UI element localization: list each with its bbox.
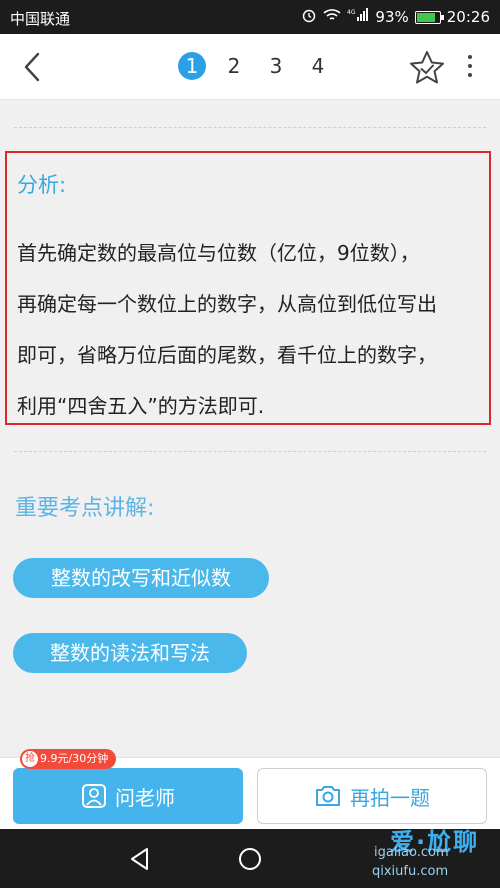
divider (14, 451, 486, 452)
page-tab-4[interactable]: 4 (304, 52, 332, 80)
star-check-icon (410, 51, 444, 84)
topic-button-read-write[interactable]: 整数的读法和写法 (13, 633, 247, 673)
more-dot-icon (468, 55, 472, 59)
page-tab-1[interactable]: 1 (178, 52, 206, 80)
topic-button-rewrite-approx[interactable]: 整数的改写和近似数 (13, 558, 269, 598)
retake-photo-label: 再拍一题 (350, 785, 430, 810)
coin-icon: 抢 (22, 751, 38, 767)
back-button[interactable] (18, 52, 48, 82)
page-selector: 1234 (178, 52, 332, 80)
watermark-url-secondary: qixiufu.com (372, 864, 449, 879)
status-icons: 4G 93% 20:26 (301, 7, 490, 27)
battery-icon (414, 10, 444, 24)
more-dot-icon (468, 73, 472, 77)
signal-icon: 4G (347, 8, 369, 26)
promo-label: 9.9元/30分钟 (40, 752, 109, 765)
more-dot-icon (468, 64, 472, 68)
retake-photo-button[interactable]: 再拍一题 (257, 768, 487, 824)
carrier-label: 中国联通 (10, 10, 71, 28)
chevron-left-icon (24, 52, 40, 82)
page-tab-2[interactable]: 2 (220, 52, 248, 80)
circle-home-icon (239, 848, 261, 870)
key-points-title: 重要考点讲解: (15, 496, 155, 521)
analysis-line: 即可，省略万位后面的尾数，看千位上的数字， (17, 343, 437, 367)
triangle-back-icon (131, 848, 148, 870)
analysis-text: 首先确定数的最高位与位数（亿位，9位数）， 再确定每一个数位上的数字，从高位到低… (17, 228, 482, 432)
analysis-box: 分析: 首先确定数的最高位与位数（亿位，9位数）， 再确定每一个数位上的数字，从… (5, 151, 491, 425)
promo-badge: 抢 9.9元/30分钟 (20, 749, 117, 769)
network-type-label: 4G (347, 9, 356, 16)
analysis-line: 再确定每一个数位上的数字，从高位到低位写出 (17, 292, 437, 316)
more-menu-button[interactable] (462, 50, 478, 86)
alarm-icon (301, 7, 317, 27)
analysis-line: 首先确定数的最高位与位数（亿位，9位数）， (17, 241, 420, 265)
page-tab-3[interactable]: 3 (262, 52, 290, 80)
ask-teacher-button[interactable]: 问老师 (13, 768, 243, 824)
camera-icon (316, 786, 340, 806)
ask-teacher-label: 问老师 (115, 785, 175, 810)
favorite-button[interactable] (408, 50, 446, 86)
system-back-button[interactable] (127, 846, 153, 872)
divider (14, 127, 486, 128)
clock: 20:26 (446, 8, 490, 26)
nav-bar: 1234 (0, 34, 500, 100)
watermark-url: igaliao.com (374, 845, 449, 860)
system-home-button[interactable] (237, 846, 263, 872)
battery-percent: 93% (375, 8, 409, 26)
wifi-icon (323, 8, 341, 26)
analysis-line: 利用“四舍五入”的方法即可. (17, 394, 265, 418)
action-bar: 问老师 抢 9.9元/30分钟 再拍一题 (0, 749, 500, 829)
analysis-title: 分析: (17, 173, 67, 197)
teacher-icon (82, 784, 106, 808)
status-bar: 中国联通 4G 93% 20:26 (0, 0, 500, 34)
